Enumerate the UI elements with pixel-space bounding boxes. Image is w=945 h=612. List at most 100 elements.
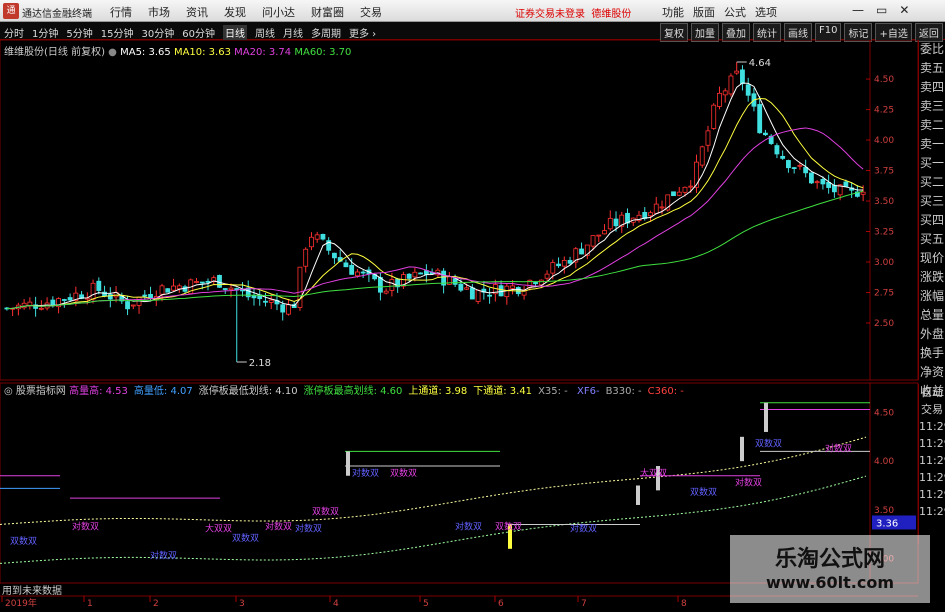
chart-area[interactable]: 4.50 4.25 4.00 3.75 3.50 3.25 3.00 2.75 2.50 4.64…: [0, 39, 945, 609]
candle-body: [228, 287, 234, 290]
sidebar-item-5[interactable]: 卖一: [919, 135, 945, 154]
current-value-label: 3.36: [876, 518, 898, 529]
sub-sidebar-item-5[interactable]: 11:29: [919, 469, 945, 486]
candle-body: [780, 155, 786, 159]
candle-body: [556, 263, 561, 267]
period-toolbar: 分时 1分钟 5分钟 15分钟 30分钟 60分钟 日线 周线 月线 多周期 更多 › 复权 加量 叠加…: [0, 22, 945, 42]
candle-body: [820, 179, 826, 185]
settings-icon[interactable]: ●: [108, 47, 117, 58]
close-icon[interactable]: ✕: [899, 3, 909, 17]
candle-body: [728, 75, 734, 95]
menu-trade[interactable]: 交易: [360, 4, 382, 20]
minimize-icon[interactable]: —: [852, 3, 864, 17]
sidebar-item-0[interactable]: 委比: [919, 40, 945, 59]
sub-sidebar-item-6[interactable]: 11:29: [919, 486, 945, 503]
candle-body: [682, 186, 688, 193]
menu-formula[interactable]: 公式: [724, 4, 746, 20]
candle-body: [843, 181, 849, 187]
candle-body: [550, 262, 556, 274]
sidebar-item-3[interactable]: 卖三: [919, 97, 945, 116]
candle-body: [389, 279, 395, 291]
candle-body: [355, 271, 360, 277]
candle-body: [791, 167, 797, 170]
date-label: 2019年: [5, 597, 37, 609]
candle-body: [251, 295, 257, 299]
sidebar-item-1[interactable]: 卖五: [919, 59, 945, 78]
sub-sidebar-item-3[interactable]: 11:29: [919, 435, 945, 452]
signal-bar: [764, 402, 768, 432]
date-label: 2: [153, 599, 159, 609]
candle-body: [774, 145, 780, 155]
indicator-item-0: 高量高: 4.53: [69, 386, 128, 397]
sidebar-item-14[interactable]: 总量: [919, 306, 945, 325]
period-tab-8[interactable]: 月线: [283, 25, 303, 40]
price-label: 3.75: [874, 167, 894, 177]
period-tab-1[interactable]: 1分钟: [32, 25, 58, 40]
signal-label: 双数双: [312, 506, 339, 518]
period-tab-10[interactable]: 更多 ›: [349, 25, 376, 40]
period-tab-3[interactable]: 15分钟: [101, 25, 134, 40]
candle-body: [671, 191, 676, 197]
candle-body: [90, 282, 96, 300]
sidebar-item-7[interactable]: 买二: [919, 173, 945, 192]
candle-body: [199, 281, 205, 284]
indicator-item-4: 上通道: 3.98: [408, 386, 468, 397]
menu-news[interactable]: 资讯: [186, 4, 208, 20]
sidebar-item-13[interactable]: 涨幅: [919, 287, 945, 306]
period-tab-2[interactable]: 5分钟: [66, 25, 92, 40]
menu-options[interactable]: 选项: [755, 4, 777, 20]
menu-layout[interactable]: 版面: [693, 4, 715, 20]
signal-label: 大双双: [640, 467, 667, 479]
sidebar-item-8[interactable]: 买三: [919, 192, 945, 211]
candle-body: [814, 181, 820, 184]
candle-body: [590, 235, 596, 247]
menu-quotes[interactable]: 行情: [110, 4, 132, 20]
period-tab-9[interactable]: 多周期: [311, 25, 341, 40]
signal-label: 对数双: [150, 550, 177, 562]
sidebar-item-6[interactable]: 买一: [919, 154, 945, 173]
sidebar-item-11[interactable]: 现价: [919, 249, 945, 268]
ma5-line: [6, 82, 864, 309]
candle-body: [498, 285, 504, 297]
menu-market[interactable]: 市场: [148, 4, 170, 20]
candle-body: [544, 273, 550, 279]
period-tab-0[interactable]: 分时: [4, 25, 24, 40]
candle-body: [309, 236, 314, 248]
date-label: 6: [498, 599, 504, 609]
period-tab-5[interactable]: 60分钟: [182, 25, 215, 40]
maximize-icon[interactable]: ▭: [876, 3, 887, 17]
menu-function[interactable]: 功能: [662, 4, 684, 20]
candle-body: [596, 234, 602, 237]
menu-discover[interactable]: 发现: [224, 4, 246, 20]
min-price-label: 2.18: [249, 358, 271, 369]
sub-sidebar-item-0[interactable]: 自动: [919, 384, 945, 401]
sidebar-item-9[interactable]: 买四: [919, 211, 945, 230]
period-tab-7[interactable]: 周线: [255, 25, 275, 40]
sidebar-item-4[interactable]: 卖二: [919, 116, 945, 135]
sub-sidebar-item-1[interactable]: 交易: [919, 401, 945, 418]
indicator-name[interactable]: ◎ 股票指标网: [4, 386, 69, 397]
sub-sidebar-item-7[interactable]: 11:29: [919, 503, 945, 520]
signal-label: 大双双: [205, 522, 232, 534]
sidebar-item-10[interactable]: 买五: [919, 230, 945, 249]
sub-sidebar-item-2[interactable]: 11:29: [919, 418, 945, 435]
candle-body: [406, 273, 412, 279]
sidebar-item-17[interactable]: 净资: [919, 363, 945, 382]
sidebar-item-2[interactable]: 卖四: [919, 78, 945, 97]
signal-label: 双数双: [690, 486, 717, 498]
sidebar-item-12[interactable]: 涨跌: [919, 268, 945, 287]
period-tab-4[interactable]: 30分钟: [141, 25, 174, 40]
login-warning[interactable]: 证券交易未登录 德维股份: [515, 5, 631, 20]
price-label: 4.50: [874, 75, 894, 85]
period-tab-6[interactable]: 日线: [222, 25, 247, 40]
menu-ask[interactable]: 问小达: [262, 4, 295, 20]
kline-chart[interactable]: 4.50 4.25 4.00 3.75 3.50 3.25 3.00 2.75 2.50 4.64…: [0, 39, 945, 609]
candle-body: [458, 283, 464, 291]
candle-body: [510, 285, 515, 289]
sidebar-item-16[interactable]: 换手: [919, 344, 945, 363]
sub-sidebar-item-4[interactable]: 11:29: [919, 452, 945, 469]
sidebar-item-15[interactable]: 外盘: [919, 325, 945, 344]
candle-body: [222, 288, 228, 290]
date-label: 1: [87, 599, 93, 609]
menu-wealth[interactable]: 财富圈: [311, 4, 344, 20]
